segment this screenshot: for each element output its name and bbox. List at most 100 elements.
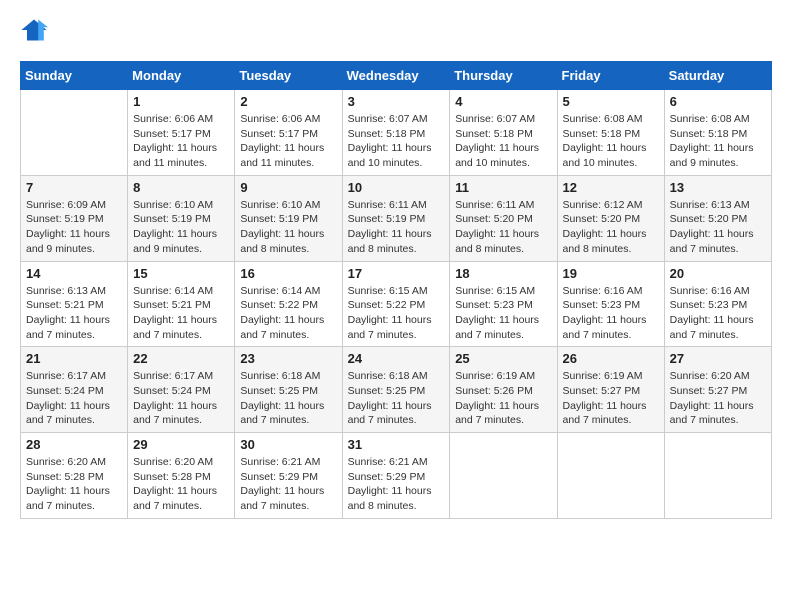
day-number: 13 xyxy=(670,180,766,195)
day-number: 20 xyxy=(670,266,766,281)
calendar-cell: 17 Sunrise: 6:15 AMSunset: 5:22 PMDayligh… xyxy=(342,261,450,347)
calendar-cell: 29 Sunrise: 6:20 AMSunset: 5:28 PMDayligh… xyxy=(128,433,235,519)
calendar-cell: 25 Sunrise: 6:19 AMSunset: 5:26 PMDayligh… xyxy=(450,347,557,433)
calendar-cell: 3 Sunrise: 6:07 AMSunset: 5:18 PMDaylight… xyxy=(342,90,450,176)
calendar-cell: 4 Sunrise: 6:07 AMSunset: 5:18 PMDaylight… xyxy=(450,90,557,176)
calendar-cell: 27 Sunrise: 6:20 AMSunset: 5:27 PMDayligh… xyxy=(664,347,771,433)
column-header-thursday: Thursday xyxy=(450,62,557,90)
calendar-cell: 6 Sunrise: 6:08 AMSunset: 5:18 PMDaylight… xyxy=(664,90,771,176)
day-info: Sunrise: 6:06 AMSunset: 5:17 PMDaylight:… xyxy=(133,112,229,171)
day-info: Sunrise: 6:21 AMSunset: 5:29 PMDaylight:… xyxy=(348,455,445,514)
day-info: Sunrise: 6:16 AMSunset: 5:23 PMDaylight:… xyxy=(563,284,659,343)
calendar-cell: 10 Sunrise: 6:11 AMSunset: 5:19 PMDayligh… xyxy=(342,175,450,261)
calendar-cell: 22Sunrise: 6:17 AMSunset: 5:24 PMDayligh… xyxy=(128,347,235,433)
day-info: Sunrise: 6:11 AMSunset: 5:20 PMDaylight:… xyxy=(455,198,551,257)
calendar-cell: 15 Sunrise: 6:14 AMSunset: 5:21 PMDayligh… xyxy=(128,261,235,347)
day-number: 29 xyxy=(133,437,229,452)
column-header-sunday: Sunday xyxy=(21,62,128,90)
day-number: 12 xyxy=(563,180,659,195)
column-header-tuesday: Tuesday xyxy=(235,62,342,90)
calendar-cell: 16 Sunrise: 6:14 AMSunset: 5:22 PMDayligh… xyxy=(235,261,342,347)
calendar-cell: 11 Sunrise: 6:11 AMSunset: 5:20 PMDayligh… xyxy=(450,175,557,261)
calendar-cell xyxy=(557,433,664,519)
day-info: Sunrise: 6:07 AMSunset: 5:18 PMDaylight:… xyxy=(348,112,445,171)
column-header-monday: Monday xyxy=(128,62,235,90)
day-info: Sunrise: 6:20 AMSunset: 5:27 PMDaylight:… xyxy=(670,369,766,428)
day-info: Sunrise: 6:17 AMSunset: 5:24 PMDaylight:… xyxy=(26,369,122,428)
day-number: 16 xyxy=(240,266,336,281)
day-number: 10 xyxy=(348,180,445,195)
day-info: Sunrise: 6:20 AMSunset: 5:28 PMDaylight:… xyxy=(133,455,229,514)
day-number: 11 xyxy=(455,180,551,195)
day-info: Sunrise: 6:10 AMSunset: 5:19 PMDaylight:… xyxy=(133,198,229,257)
day-number: 3 xyxy=(348,94,445,109)
calendar-cell: 5 Sunrise: 6:08 AMSunset: 5:18 PMDaylight… xyxy=(557,90,664,176)
column-header-friday: Friday xyxy=(557,62,664,90)
calendar-cell: 19 Sunrise: 6:16 AMSunset: 5:23 PMDayligh… xyxy=(557,261,664,347)
column-header-saturday: Saturday xyxy=(664,62,771,90)
day-number: 19 xyxy=(563,266,659,281)
column-header-wednesday: Wednesday xyxy=(342,62,450,90)
day-number: 5 xyxy=(563,94,659,109)
logo xyxy=(20,16,48,51)
logo-icon xyxy=(20,16,48,44)
day-info: Sunrise: 6:18 AMSunset: 5:25 PMDaylight:… xyxy=(240,369,336,428)
calendar-cell xyxy=(450,433,557,519)
day-number: 6 xyxy=(670,94,766,109)
calendar-cell: 24 Sunrise: 6:18 AMSunset: 5:25 PMDayligh… xyxy=(342,347,450,433)
calendar-week-row: 28 Sunrise: 6:20 AMSunset: 5:28 PMDayligh… xyxy=(21,433,772,519)
calendar-week-row: 21Sunrise: 6:17 AMSunset: 5:24 PMDayligh… xyxy=(21,347,772,433)
day-number: 27 xyxy=(670,351,766,366)
calendar-week-row: 1Sunrise: 6:06 AMSunset: 5:17 PMDaylight… xyxy=(21,90,772,176)
day-info: Sunrise: 6:13 AMSunset: 5:21 PMDaylight:… xyxy=(26,284,122,343)
day-info: Sunrise: 6:08 AMSunset: 5:18 PMDaylight:… xyxy=(670,112,766,171)
day-number: 23 xyxy=(240,351,336,366)
calendar-table: SundayMondayTuesdayWednesdayThursdayFrid… xyxy=(20,61,772,519)
day-number: 9 xyxy=(240,180,336,195)
calendar-cell: 14 Sunrise: 6:13 AMSunset: 5:21 PMDayligh… xyxy=(21,261,128,347)
day-number: 14 xyxy=(26,266,122,281)
calendar-cell xyxy=(21,90,128,176)
day-info: Sunrise: 6:18 AMSunset: 5:25 PMDaylight:… xyxy=(348,369,445,428)
day-number: 4 xyxy=(455,94,551,109)
calendar-cell: 7Sunrise: 6:09 AMSunset: 5:19 PMDaylight… xyxy=(21,175,128,261)
day-number: 15 xyxy=(133,266,229,281)
day-info: Sunrise: 6:07 AMSunset: 5:18 PMDaylight:… xyxy=(455,112,551,171)
day-number: 26 xyxy=(563,351,659,366)
day-info: Sunrise: 6:19 AMSunset: 5:27 PMDaylight:… xyxy=(563,369,659,428)
calendar-cell: 18Sunrise: 6:15 AMSunset: 5:23 PMDayligh… xyxy=(450,261,557,347)
day-info: Sunrise: 6:14 AMSunset: 5:22 PMDaylight:… xyxy=(240,284,336,343)
day-number: 22 xyxy=(133,351,229,366)
calendar-cell: 9Sunrise: 6:10 AMSunset: 5:19 PMDaylight… xyxy=(235,175,342,261)
day-number: 7 xyxy=(26,180,122,195)
day-info: Sunrise: 6:19 AMSunset: 5:26 PMDaylight:… xyxy=(455,369,551,428)
calendar-cell: 28 Sunrise: 6:20 AMSunset: 5:28 PMDayligh… xyxy=(21,433,128,519)
day-info: Sunrise: 6:21 AMSunset: 5:29 PMDaylight:… xyxy=(240,455,336,514)
calendar-cell: 20 Sunrise: 6:16 AMSunset: 5:23 PMDayligh… xyxy=(664,261,771,347)
day-info: Sunrise: 6:16 AMSunset: 5:23 PMDaylight:… xyxy=(670,284,766,343)
day-info: Sunrise: 6:13 AMSunset: 5:20 PMDaylight:… xyxy=(670,198,766,257)
day-info: Sunrise: 6:06 AMSunset: 5:17 PMDaylight:… xyxy=(240,112,336,171)
day-info: Sunrise: 6:08 AMSunset: 5:18 PMDaylight:… xyxy=(563,112,659,171)
calendar-cell: 2 Sunrise: 6:06 AMSunset: 5:17 PMDaylight… xyxy=(235,90,342,176)
day-number: 18 xyxy=(455,266,551,281)
calendar-cell: 1Sunrise: 6:06 AMSunset: 5:17 PMDaylight… xyxy=(128,90,235,176)
day-info: Sunrise: 6:14 AMSunset: 5:21 PMDaylight:… xyxy=(133,284,229,343)
calendar-cell: 8 Sunrise: 6:10 AMSunset: 5:19 PMDaylight… xyxy=(128,175,235,261)
calendar-header-row: SundayMondayTuesdayWednesdayThursdayFrid… xyxy=(21,62,772,90)
day-info: Sunrise: 6:11 AMSunset: 5:19 PMDaylight:… xyxy=(348,198,445,257)
calendar-cell: 30Sunrise: 6:21 AMSunset: 5:29 PMDayligh… xyxy=(235,433,342,519)
day-number: 24 xyxy=(348,351,445,366)
day-info: Sunrise: 6:15 AMSunset: 5:22 PMDaylight:… xyxy=(348,284,445,343)
calendar-cell: 23 Sunrise: 6:18 AMSunset: 5:25 PMDayligh… xyxy=(235,347,342,433)
day-number: 8 xyxy=(133,180,229,195)
calendar-cell: 26 Sunrise: 6:19 AMSunset: 5:27 PMDayligh… xyxy=(557,347,664,433)
calendar-cell: 13 Sunrise: 6:13 AMSunset: 5:20 PMDayligh… xyxy=(664,175,771,261)
calendar-week-row: 7Sunrise: 6:09 AMSunset: 5:19 PMDaylight… xyxy=(21,175,772,261)
day-info: Sunrise: 6:20 AMSunset: 5:28 PMDaylight:… xyxy=(26,455,122,514)
day-number: 28 xyxy=(26,437,122,452)
day-number: 2 xyxy=(240,94,336,109)
day-number: 17 xyxy=(348,266,445,281)
calendar-cell: 21Sunrise: 6:17 AMSunset: 5:24 PMDayligh… xyxy=(21,347,128,433)
day-number: 25 xyxy=(455,351,551,366)
